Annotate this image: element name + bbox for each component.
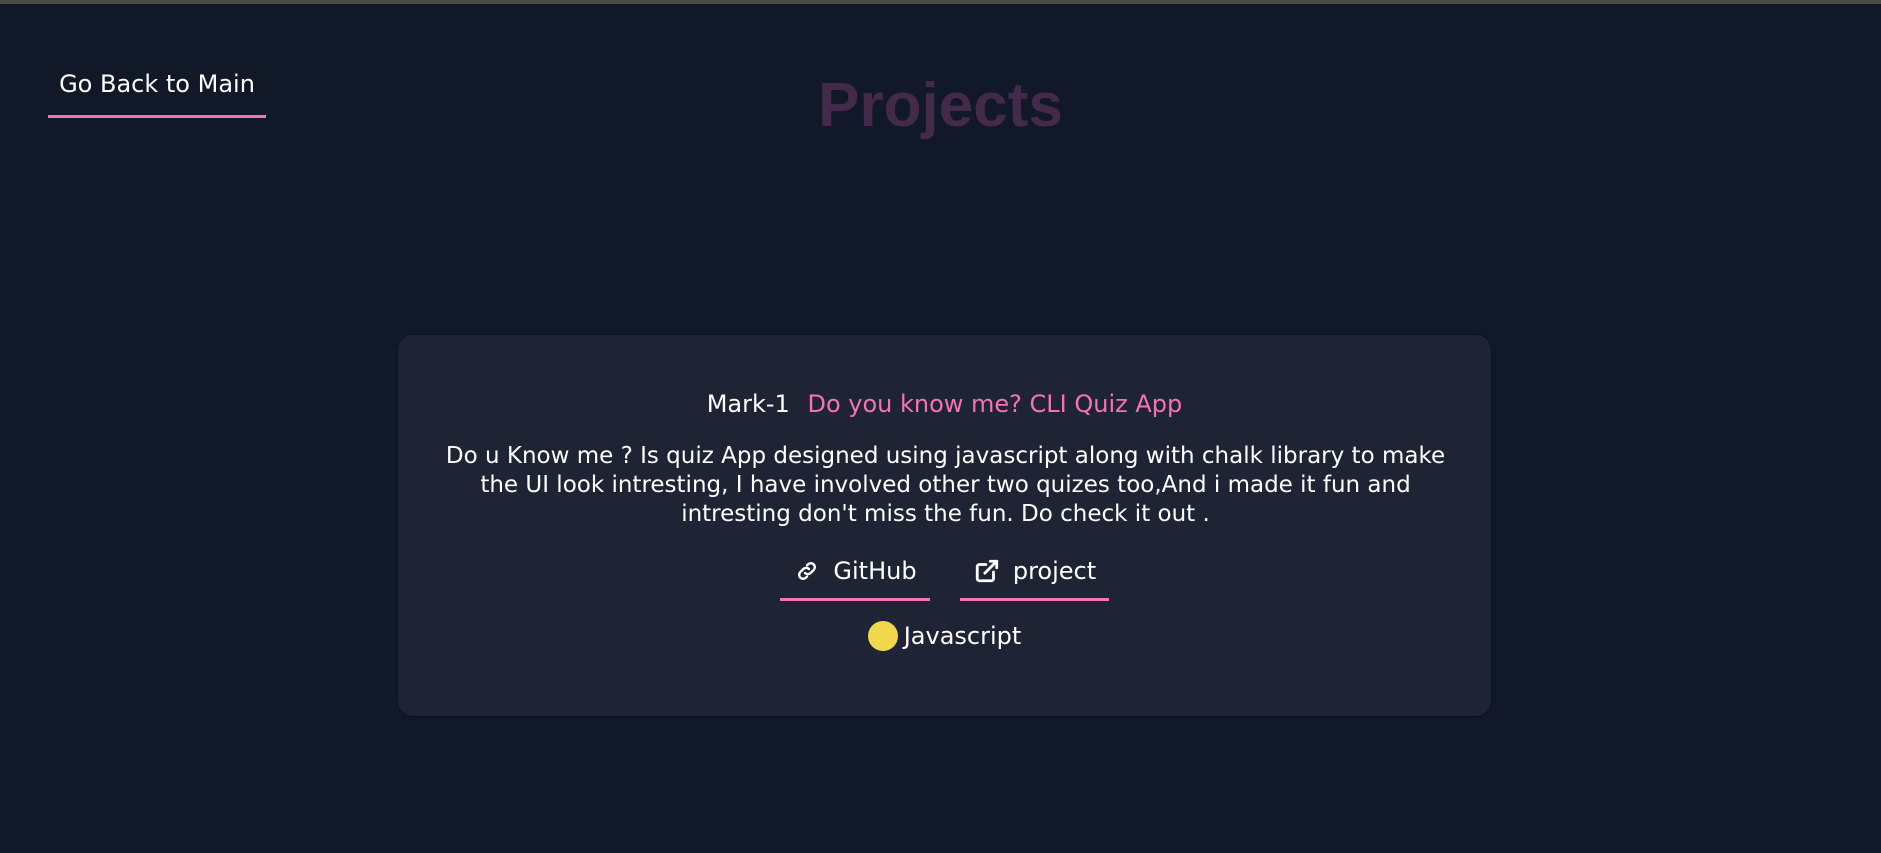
window-top-border xyxy=(0,0,1881,4)
link-icon xyxy=(793,557,821,585)
project-links: GitHub project xyxy=(398,544,1491,601)
tech-tag: Javascript xyxy=(398,618,1491,654)
project-link-label: project xyxy=(1012,557,1097,585)
project-description: Do u Know me ? Is quiz App designed usin… xyxy=(445,443,1446,527)
project-heading: Mark-1 Do you know me? CLI Quiz App xyxy=(398,386,1491,422)
tech-label: Javascript xyxy=(903,622,1022,650)
external-link-icon xyxy=(973,557,1001,585)
project-name: Do you know me? CLI Quiz App xyxy=(807,390,1183,418)
project-link[interactable]: project xyxy=(960,544,1109,601)
javascript-color-dot xyxy=(867,621,898,651)
github-link-label: GitHub xyxy=(833,557,917,585)
page-title: Projects xyxy=(818,71,1063,140)
github-link[interactable]: GitHub xyxy=(780,544,930,601)
project-mark-label: Mark-1 xyxy=(706,390,790,418)
project-card: Mark-1 Do you know me? CLI Quiz App Do u… xyxy=(397,334,1492,717)
